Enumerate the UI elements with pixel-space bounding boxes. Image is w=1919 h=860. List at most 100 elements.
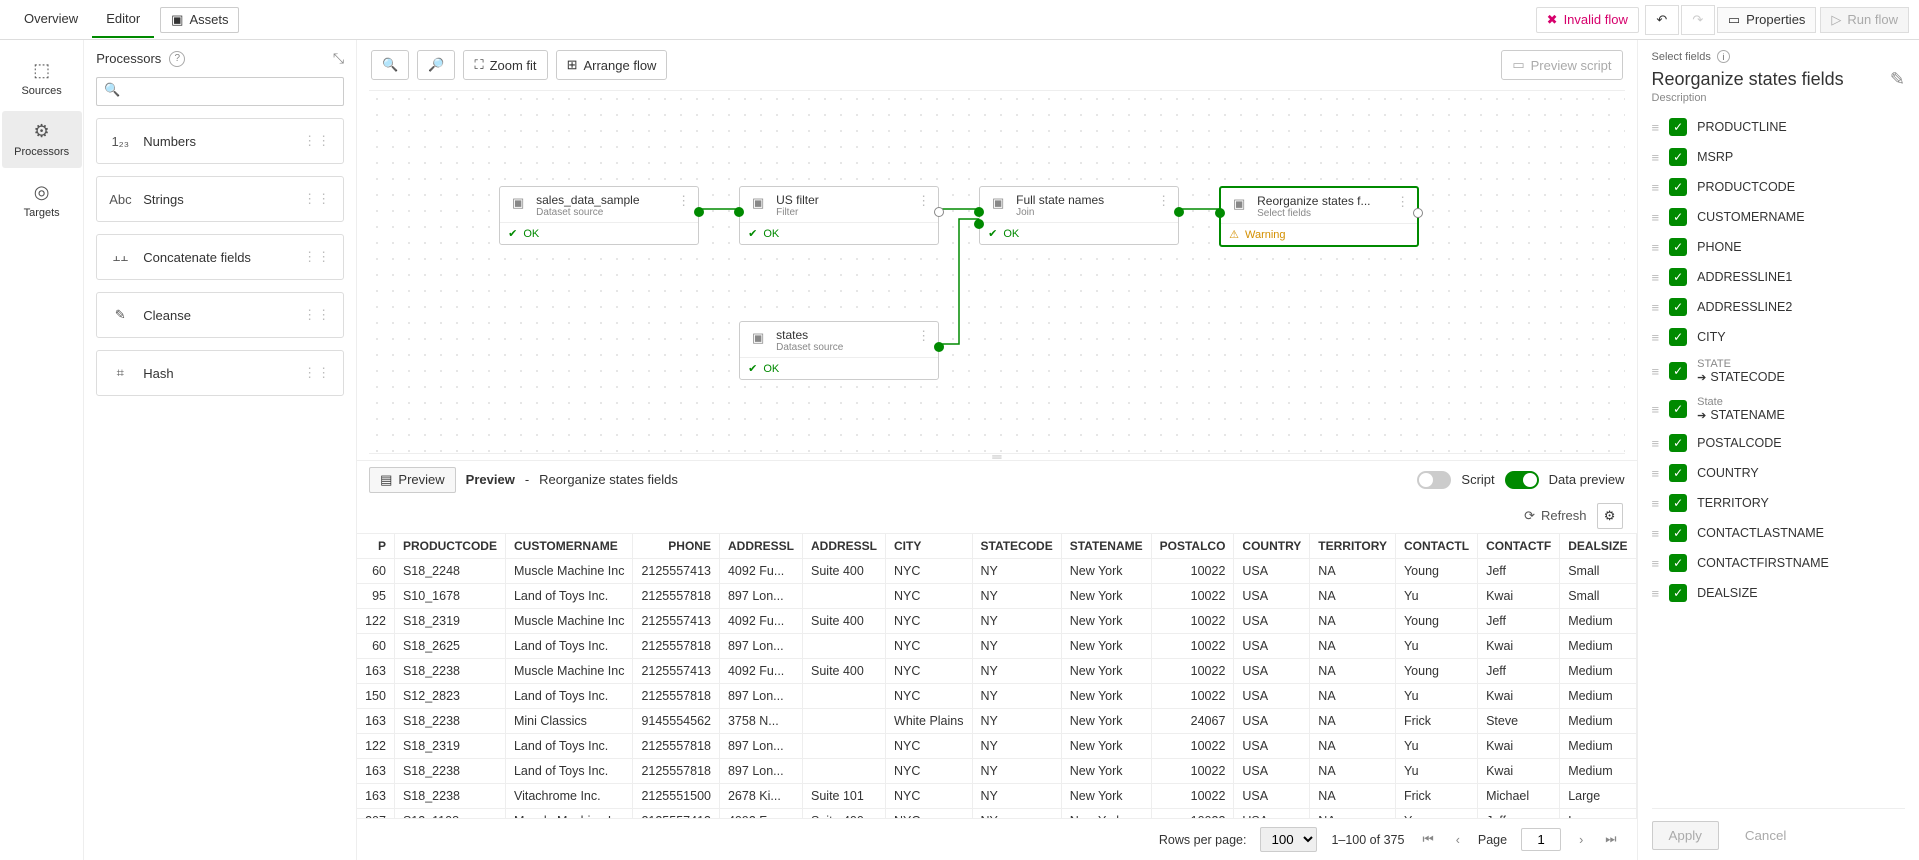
- field-checkbox[interactable]: ✓: [1669, 238, 1687, 256]
- field-row[interactable]: ≡ ✓ PRODUCTCODE: [1652, 178, 1905, 196]
- drag-handle-icon[interactable]: ≡: [1652, 586, 1660, 601]
- drag-handle-icon[interactable]: ≡: [1652, 120, 1660, 135]
- data-preview-toggle[interactable]: [1505, 471, 1539, 489]
- field-checkbox[interactable]: ✓: [1669, 148, 1687, 166]
- page-input[interactable]: [1521, 828, 1561, 851]
- invalid-flow-badge[interactable]: ✖ Invalid flow: [1536, 7, 1639, 33]
- table-row[interactable]: 122S18_2319Muscle Machine Inc21255574134…: [357, 608, 1636, 633]
- drag-handle-icon[interactable]: ≡: [1652, 210, 1660, 225]
- table-row[interactable]: 163S18_2238Muscle Machine Inc21255574134…: [357, 658, 1636, 683]
- prev-page-button[interactable]: ‹: [1452, 831, 1464, 849]
- drag-handle-icon[interactable]: ≡: [1652, 330, 1660, 345]
- output-port[interactable]: [934, 207, 944, 217]
- table-row[interactable]: 122S18_2319Land of Toys Inc.212555781889…: [357, 733, 1636, 758]
- refresh-button[interactable]: ⟳ Refresh: [1524, 508, 1586, 524]
- processor-card-hash[interactable]: ⌗ Hash ⋮⋮: [96, 350, 344, 396]
- field-checkbox[interactable]: ✓: [1669, 178, 1687, 196]
- redo-button[interactable]: ↷: [1681, 5, 1715, 35]
- column-header[interactable]: PHONE: [633, 534, 720, 559]
- drag-handle-icon[interactable]: ≡: [1652, 496, 1660, 511]
- flow-node-n2[interactable]: ▣ US filter Filter ⋮ ✔ OK: [739, 186, 939, 245]
- field-checkbox[interactable]: ✓: [1669, 434, 1687, 452]
- drag-handle-icon[interactable]: ≡: [1652, 300, 1660, 315]
- rows-per-page-select[interactable]: 100: [1260, 827, 1317, 852]
- column-header[interactable]: PRODUCTCODE: [394, 534, 505, 559]
- field-checkbox[interactable]: ✓: [1669, 268, 1687, 286]
- field-row[interactable]: ≡ ✓ ADDRESSLINE1: [1652, 268, 1905, 286]
- field-row[interactable]: ≡ ✓ PRODUCTLINE: [1652, 118, 1905, 136]
- first-page-button[interactable]: ⏮: [1418, 830, 1437, 849]
- rp-description[interactable]: Description: [1652, 92, 1905, 104]
- field-row[interactable]: ≡ ✓ CONTACTFIRSTNAME: [1652, 554, 1905, 572]
- column-header[interactable]: ADDRESSL: [719, 534, 802, 559]
- column-header[interactable]: DEALSIZE: [1560, 534, 1636, 559]
- column-header[interactable]: TERRITORY: [1310, 534, 1396, 559]
- zoom-out-button[interactable]: 🔎: [417, 50, 455, 80]
- table-row[interactable]: 163S18_2238Mini Classics91455545623758 N…: [357, 708, 1636, 733]
- drag-handle-icon[interactable]: ≡: [1652, 402, 1660, 417]
- node-menu-icon[interactable]: ⋮: [917, 193, 930, 209]
- properties-button[interactable]: ▭ Properties: [1717, 7, 1817, 33]
- rail-sources[interactable]: ⬚ Sources: [2, 50, 82, 107]
- edit-title-icon[interactable]: ✎: [1890, 69, 1905, 90]
- processor-search-input[interactable]: [96, 77, 344, 106]
- field-row[interactable]: ≡ ✓ COUNTRY: [1652, 464, 1905, 482]
- drag-handle-icon[interactable]: ⋮⋮: [303, 133, 331, 149]
- field-checkbox[interactable]: ✓: [1669, 400, 1687, 418]
- processor-card-concatenate-fields[interactable]: ⫠⫠ Concatenate fields ⋮⋮: [96, 234, 344, 280]
- field-checkbox[interactable]: ✓: [1669, 362, 1687, 380]
- field-row[interactable]: ≡ ✓ TERRITORY: [1652, 494, 1905, 512]
- field-checkbox[interactable]: ✓: [1669, 464, 1687, 482]
- table-row[interactable]: 163S18_2238Vitachrome Inc.21255515002678…: [357, 783, 1636, 808]
- drag-handle-icon[interactable]: ≡: [1652, 180, 1660, 195]
- processor-card-cleanse[interactable]: ✎ Cleanse ⋮⋮: [96, 292, 344, 338]
- drag-handle-icon[interactable]: ≡: [1652, 466, 1660, 481]
- field-row[interactable]: ≡ ✓ ADDRESSLINE2: [1652, 298, 1905, 316]
- field-row[interactable]: ≡ ✓ STATE ➔STATECODE: [1652, 358, 1905, 384]
- undo-button[interactable]: ↶: [1645, 5, 1679, 35]
- field-checkbox[interactable]: ✓: [1669, 524, 1687, 542]
- field-checkbox[interactable]: ✓: [1669, 298, 1687, 316]
- node-menu-icon[interactable]: ⋮: [1396, 194, 1409, 210]
- column-header[interactable]: POSTALCO: [1151, 534, 1234, 559]
- field-row[interactable]: ≡ ✓ CITY: [1652, 328, 1905, 346]
- field-checkbox[interactable]: ✓: [1669, 554, 1687, 572]
- column-header[interactable]: CONTACTF: [1478, 534, 1560, 559]
- drag-handle-icon[interactable]: ≡: [1652, 436, 1660, 451]
- cancel-button[interactable]: Cancel: [1729, 821, 1803, 850]
- field-checkbox[interactable]: ✓: [1669, 584, 1687, 602]
- field-checkbox[interactable]: ✓: [1669, 118, 1687, 136]
- rail-targets[interactable]: ◎ Targets: [2, 172, 82, 229]
- flow-node-n3[interactable]: ▣ Full state names Join ⋮ ✔ OK: [979, 186, 1179, 245]
- node-menu-icon[interactable]: ⋮: [677, 193, 690, 209]
- help-icon[interactable]: ?: [169, 51, 185, 67]
- field-row[interactable]: ≡ ✓ MSRP: [1652, 148, 1905, 166]
- last-page-button[interactable]: ⏭: [1601, 830, 1620, 849]
- output-port[interactable]: [1174, 207, 1184, 217]
- drag-handle-icon[interactable]: ≡: [1652, 150, 1660, 165]
- table-row[interactable]: 60S18_2248Muscle Machine Inc212555741340…: [357, 558, 1636, 583]
- column-header[interactable]: P: [357, 534, 394, 559]
- rail-processors[interactable]: ⚙ Processors: [2, 111, 82, 168]
- table-row[interactable]: 163S18_2238Land of Toys Inc.212555781889…: [357, 758, 1636, 783]
- script-toggle[interactable]: [1417, 471, 1451, 489]
- processor-card-strings[interactable]: Abc Strings ⋮⋮: [96, 176, 344, 222]
- output-port[interactable]: [694, 207, 704, 217]
- flow-node-n1[interactable]: ▣ sales_data_sample Dataset source ⋮ ✔ O…: [499, 186, 699, 245]
- table-settings-button[interactable]: ⚙: [1597, 503, 1623, 529]
- field-checkbox[interactable]: ✓: [1669, 328, 1687, 346]
- drag-handle-icon[interactable]: ≡: [1652, 364, 1660, 379]
- column-header[interactable]: CITY: [886, 534, 972, 559]
- assets-button[interactable]: ▣ Assets: [160, 7, 239, 33]
- column-header[interactable]: STATECODE: [972, 534, 1061, 559]
- node-menu-icon[interactable]: ⋮: [1157, 193, 1170, 209]
- output-port[interactable]: [934, 342, 944, 352]
- processor-card-numbers[interactable]: 1₂₃ Numbers ⋮⋮: [96, 118, 344, 164]
- field-row[interactable]: ≡ ✓ CONTACTLASTNAME: [1652, 524, 1905, 542]
- table-row[interactable]: 60S18_2625Land of Toys Inc.2125557818897…: [357, 633, 1636, 658]
- arrange-flow-button[interactable]: ⊞ Arrange flow: [556, 50, 668, 80]
- table-row[interactable]: 150S12_2823Land of Toys Inc.212555781889…: [357, 683, 1636, 708]
- field-checkbox[interactable]: ✓: [1669, 494, 1687, 512]
- drag-handle-icon[interactable]: ≡: [1652, 270, 1660, 285]
- node-menu-icon[interactable]: ⋮: [917, 328, 930, 344]
